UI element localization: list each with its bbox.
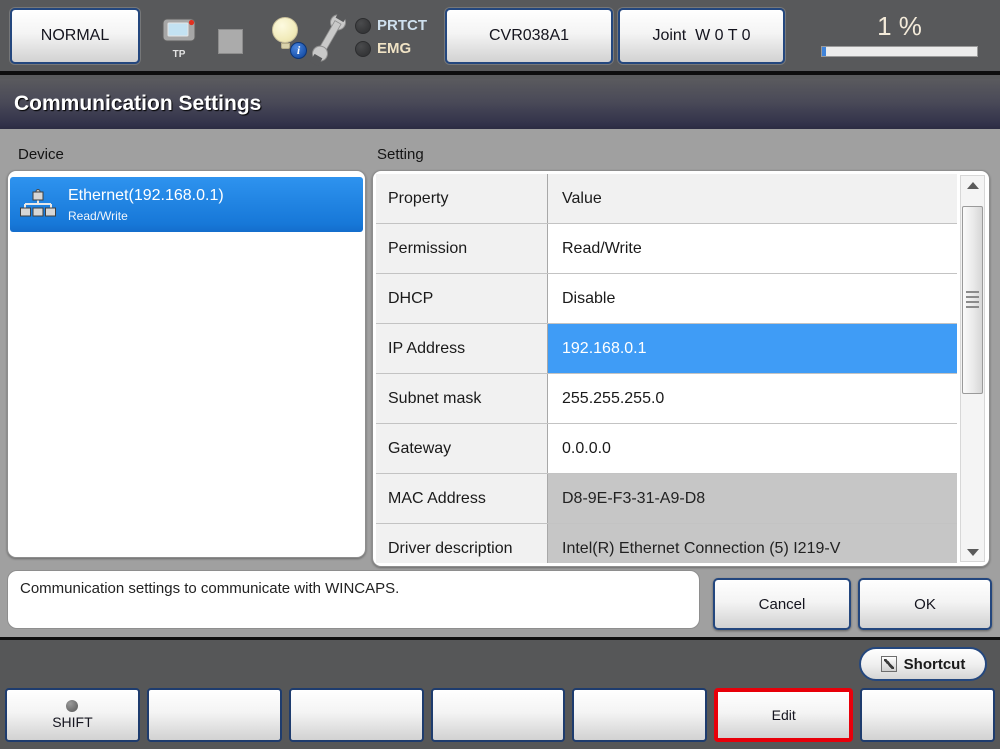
emg-label: EMG [377,40,412,57]
title-bar: Communication Settings [0,79,1000,129]
property-cell: DHCP [376,274,548,323]
function-key-shift[interactable]: SHIFT [5,688,140,742]
lamp-icon [272,17,298,43]
teach-pendant-icon: TP [158,16,200,60]
scrollbar-down-button[interactable] [961,543,984,561]
program-name-button[interactable]: CVR038A1 [445,8,613,64]
device-section-label: Device [18,146,64,163]
help-message-text: Communication settings to communicate wi… [20,580,400,597]
emg-indicator-row: EMG [355,40,411,57]
up-arrow-icon [966,181,979,189]
property-cell: Permission [376,224,548,273]
shortcut-icon [880,656,897,672]
value-cell[interactable]: 192.168.0.1 [548,324,957,373]
property-cell: Subnet mask [376,374,548,423]
table-row-permission: Permission Read/Write [376,224,957,274]
info-badge-icon: i [290,42,307,59]
scrollbar-up-button[interactable] [961,176,984,194]
table-row-property: Property Value [376,174,957,224]
down-arrow-icon [966,548,979,556]
speed-percent-label: 1 % [877,11,922,41]
shift-indicator-dot-icon [66,700,79,712]
table-row-subnet-mask: Subnet mask 255.255.255.0 [376,374,957,424]
value-cell: Value [548,174,957,223]
property-cell: IP Address [376,324,548,373]
bottom-bar: Shortcut SHIFT Edit [0,637,1000,749]
prtct-label: PRTCT [377,17,427,34]
ok-button[interactable]: OK [858,578,992,630]
scrollbar-thumb[interactable] [962,206,983,394]
setting-section-label: Setting [377,146,424,163]
content-area: Device Setting Ethernet(192.168.0.1) Rea… [0,129,1000,637]
function-key-empty-7[interactable] [860,688,996,742]
table-row-mac-address: MAC Address D8-9E-F3-31-A9-D8 [376,474,957,524]
value-cell[interactable]: Read/Write [548,224,957,273]
function-key-label: SHIFT [52,714,93,730]
tp-label: TP [172,49,186,60]
value-cell[interactable]: 0.0.0.0 [548,424,957,473]
function-key-edit[interactable]: Edit [714,688,854,742]
function-key-row: SHIFT Edit [5,688,996,742]
table-row-driver-description: Driver description Intel(R) Ethernet Con… [376,524,957,563]
device-item-text: Ethernet(192.168.0.1) Read/Write [68,187,224,223]
prtct-lamp-icon [355,17,371,34]
shortcut-button-label: Shortcut [903,655,966,673]
network-icon [20,189,56,217]
prtct-indicator-row: PRTCT [355,17,427,34]
table-row-gateway: Gateway 0.0.0.0 [376,424,957,474]
scrollbar-grip-icon [966,291,979,309]
emg-lamp-icon [355,40,371,57]
table-row-ip-address: IP Address 192.168.0.1 [376,324,957,374]
lamp-base-icon [281,43,290,49]
device-permission: Read/Write [68,208,128,223]
stop-square-icon [218,29,243,54]
device-item-ethernet[interactable]: Ethernet(192.168.0.1) Read/Write [10,177,363,232]
property-cell: MAC Address [376,474,548,523]
property-cell: Gateway [376,424,548,473]
device-list-panel: Ethernet(192.168.0.1) Read/Write [7,170,366,558]
page-title: Communication Settings [14,92,262,115]
table-row-dhcp: DHCP Disable [376,274,957,324]
function-key-empty-2[interactable] [146,688,282,742]
property-cell: Driver description [376,524,548,563]
help-message-box: Communication settings to communicate wi… [7,570,700,629]
value-cell[interactable]: Intel(R) Ethernet Connection (5) I219-V [548,524,957,563]
settings-scrollbar[interactable] [960,175,985,562]
teach-pendant-device-icon [162,18,196,42]
shortcut-button[interactable]: Shortcut [859,647,987,681]
wrench-icon [310,9,348,71]
cancel-button[interactable]: Cancel [713,578,851,630]
value-cell[interactable]: 255.255.255.0 [548,374,957,423]
value-cell[interactable]: Disable [548,274,957,323]
mode-button[interactable]: NORMAL [10,8,140,64]
teach-pendant-screen: NORMAL TP i PRTCT EMG CVR038A1 Joint W 0… [0,0,1000,749]
joint-mode-button[interactable]: Joint W 0 T 0 [618,8,785,64]
function-key-empty-3[interactable] [288,688,424,742]
value-cell[interactable]: D8-9E-F3-31-A9-D8 [548,474,957,523]
settings-table: Property Value Permission Read/Write DHC… [376,174,957,563]
top-status-bar: NORMAL TP i PRTCT EMG CVR038A1 Joint W 0… [0,0,1000,75]
speed-progress-fill [822,47,826,56]
property-cell: Property [376,174,548,223]
settings-table-panel: Property Value Permission Read/Write DHC… [372,170,990,567]
function-key-label: Edit [771,707,796,723]
function-key-empty-4[interactable] [430,688,566,742]
function-key-empty-5[interactable] [572,688,708,742]
device-name: Ethernet(192.168.0.1) [68,186,224,204]
speed-progress-bar [821,46,978,57]
